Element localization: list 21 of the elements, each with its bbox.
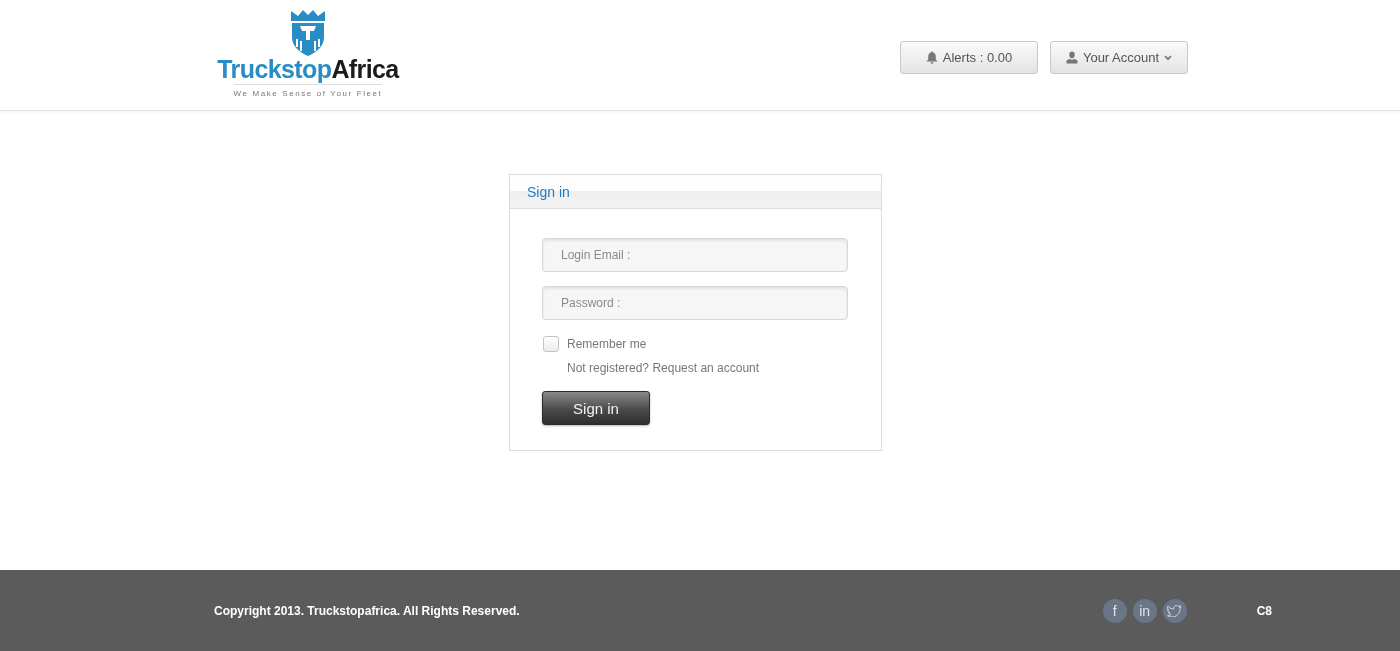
account-button[interactable]: Your Account [1050, 41, 1188, 74]
user-icon [1065, 51, 1078, 64]
facebook-link[interactable]: f [1102, 598, 1127, 623]
copyright-text: Copyright 2013. Truckstopafrica. All Rights Reserved. [214, 603, 520, 618]
twitter-link[interactable] [1162, 598, 1187, 623]
logo-tagline: We Make Sense of Your Fleet [233, 84, 383, 98]
footer-code: C8 [1256, 603, 1272, 618]
alerts-button[interactable]: Alerts : 0.00 [900, 41, 1038, 74]
remember-checkbox[interactable] [543, 336, 559, 352]
chevron-down-icon [1164, 54, 1173, 61]
register-prompt: Not registered? Request an account [567, 361, 760, 375]
panel-title: Sign in [527, 183, 570, 200]
bird-icon [1167, 604, 1183, 617]
linkedin-link[interactable]: in [1132, 598, 1157, 623]
sign-in-button[interactable]: Sign in [542, 391, 650, 425]
logo-wordmark: TruckstopAfrica [217, 57, 399, 82]
shield-logo-icon [290, 9, 326, 57]
bell-icon [925, 51, 938, 64]
email-field[interactable]: Login Email : [542, 238, 848, 272]
remember-label: Remember me [567, 337, 647, 351]
password-field[interactable]: Password : [542, 286, 848, 320]
